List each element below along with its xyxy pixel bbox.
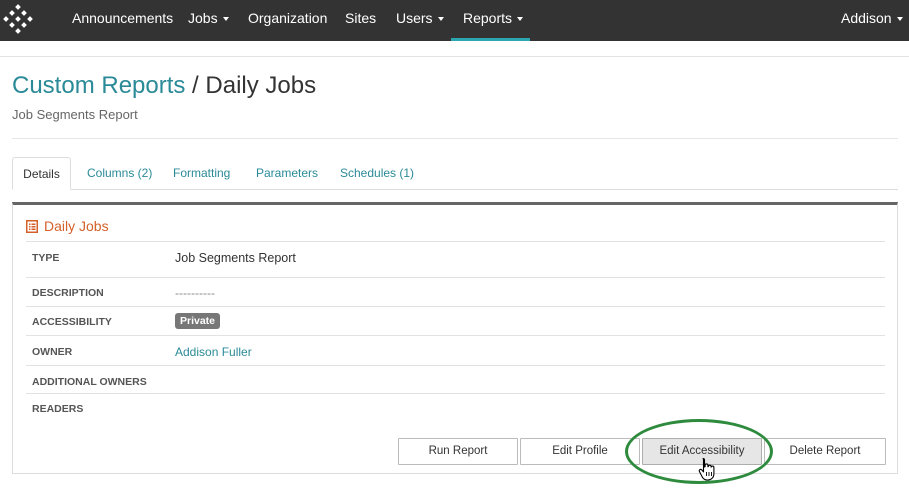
panel-title: Daily Jobs [26, 218, 109, 234]
divider [12, 138, 898, 139]
row-label: OWNER [32, 346, 73, 358]
detail-row-owner: OWNER Addison Fuller [26, 335, 885, 365]
row-label: READERS [32, 403, 84, 415]
detail-row-readers: READERS [26, 393, 885, 421]
row-label: DESCRIPTION [32, 287, 104, 299]
tab-parameters[interactable]: Parameters [256, 157, 318, 190]
breadcrumb-custom-reports-link[interactable]: Custom Reports [12, 72, 185, 99]
report-type-value: Job Segments Report [175, 251, 296, 265]
tab-schedules[interactable]: Schedules (1) [340, 157, 414, 190]
tab-formatting[interactable]: Formatting [173, 157, 230, 190]
user-name: Addison [841, 10, 892, 26]
caret-down-icon [222, 17, 229, 22]
details-panel: Daily Jobs TYPE Job Segments Report DESC… [12, 202, 898, 474]
nav-label: Announcements [72, 10, 174, 26]
edit-profile-button[interactable]: Edit Profile [520, 438, 640, 465]
owner-link[interactable]: Addison Fuller [175, 345, 252, 359]
row-label: TYPE [32, 252, 60, 264]
nav-label: Jobs [188, 10, 218, 26]
run-report-button[interactable]: Run Report [398, 438, 518, 465]
detail-row-type: TYPE Job Segments Report [26, 241, 885, 277]
detail-row-description: DESCRIPTION ---------- [26, 277, 885, 306]
caret-down-icon [517, 17, 524, 22]
user-menu[interactable]: Addison [841, 0, 903, 41]
nav-organization[interactable]: Organization [248, 0, 327, 41]
accessibility-value: Private [175, 313, 221, 329]
nav-users[interactable]: Users [396, 0, 444, 41]
nav-label: Sites [345, 10, 377, 26]
detail-row-additional-owners: ADDITIONAL OWNERS [26, 365, 885, 393]
report-name: Daily Jobs [205, 72, 317, 99]
row-label: ACCESSIBILITY [32, 316, 112, 328]
app-logo-icon[interactable] [2, 3, 34, 35]
edit-accessibility-button[interactable]: Edit Accessibility [642, 438, 762, 465]
nav-reports[interactable]: Reports [463, 0, 524, 41]
detail-row-accessibility: ACCESSIBILITY Private [26, 306, 885, 335]
description-value: ---------- [175, 286, 215, 300]
nav-announcements[interactable]: Announcements [72, 0, 173, 41]
page-subtitle: Job Segments Report [12, 107, 138, 122]
delete-report-button[interactable]: Delete Report [764, 438, 886, 465]
nav-active-indicator [451, 38, 530, 41]
private-badge: Private [175, 313, 221, 329]
page-title: Custom Reports / Daily Jobs [12, 72, 316, 100]
list-report-icon [26, 220, 38, 233]
nav-label: Organization [248, 10, 328, 26]
nav-sites[interactable]: Sites [345, 0, 376, 41]
nav-jobs[interactable]: Jobs [188, 0, 229, 41]
nav-label: Users [396, 10, 433, 26]
top-navbar: Announcements Jobs Organization Sites Us… [0, 0, 909, 41]
nav-label: Reports [463, 10, 513, 26]
tab-columns[interactable]: Columns (2) [87, 157, 152, 190]
tab-details[interactable]: Details [12, 157, 71, 190]
caret-down-icon [896, 17, 903, 22]
caret-down-icon [437, 17, 444, 22]
breadcrumb-separator: / [185, 72, 206, 99]
panel-title-text: Daily Jobs [44, 218, 109, 234]
row-label: ADDITIONAL OWNERS [32, 376, 147, 388]
